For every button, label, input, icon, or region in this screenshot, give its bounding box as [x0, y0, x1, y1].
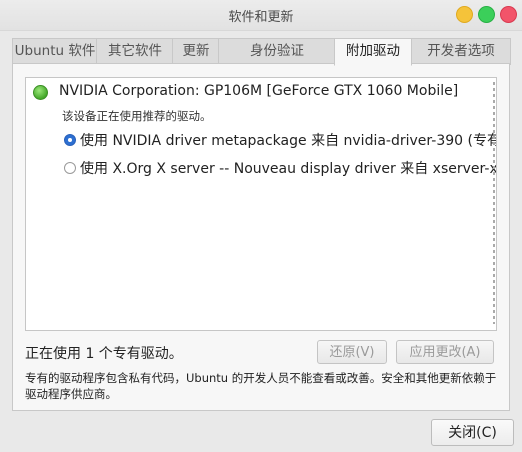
device-name: NVIDIA Corporation: GP106M [GeForce GTX … — [59, 83, 459, 99]
window-title: 软件和更新 — [228, 10, 294, 25]
driver-usage-text: 正在使用 1 个专有驱动。 — [25, 346, 183, 362]
driver-option-nvidia-radio[interactable] — [64, 134, 76, 146]
driver-list: NVIDIA Corporation: GP106M [GeForce GTX … — [25, 77, 497, 331]
drivers-panel: NVIDIA Corporation: GP106M [GeForce GTX … — [12, 63, 510, 411]
window-close-button[interactable] — [500, 6, 517, 23]
title-bar: 软件和更新 — [0, 0, 522, 31]
close-button[interactable]: 关闭(C) — [431, 419, 514, 446]
proprietary-driver-note: 专有的驱动程序包含私有代码，Ubuntu 的开发人员不能查看或改善。安全和其他更… — [25, 371, 497, 401]
device-status-text: 该设备正在使用推荐的驱动。 — [62, 109, 212, 123]
tab-developer-options[interactable]: 开发者选项 — [411, 38, 511, 65]
tab-ubuntu-software[interactable]: Ubuntu 软件 — [12, 38, 97, 65]
driver-option-nvidia-label[interactable]: 使用 NVIDIA driver metapackage 来自 nvidia-d… — [80, 130, 496, 150]
scrollbar[interactable] — [493, 82, 495, 324]
tab-authentication[interactable]: 身份验证 — [218, 38, 335, 65]
driver-option-nouveau-radio[interactable] — [64, 162, 76, 174]
device-status-icon — [33, 85, 48, 100]
driver-option-nouveau-label[interactable]: 使用 X.Org X server -- Nouveau display dri… — [80, 158, 496, 178]
apply-changes-button[interactable]: 应用更改(A) — [396, 340, 494, 364]
tab-additional-drivers[interactable]: 附加驱动 — [334, 38, 412, 66]
tab-other-software[interactable]: 其它软件 — [96, 38, 173, 65]
minimize-button[interactable] — [456, 6, 473, 23]
tab-updates[interactable]: 更新 — [172, 38, 219, 65]
revert-button[interactable]: 还原(V) — [317, 340, 387, 364]
maximize-button[interactable] — [478, 6, 495, 23]
tab-bar: Ubuntu 软件 其它软件 更新 身份验证 附加驱动 开发者选项 — [12, 38, 511, 66]
